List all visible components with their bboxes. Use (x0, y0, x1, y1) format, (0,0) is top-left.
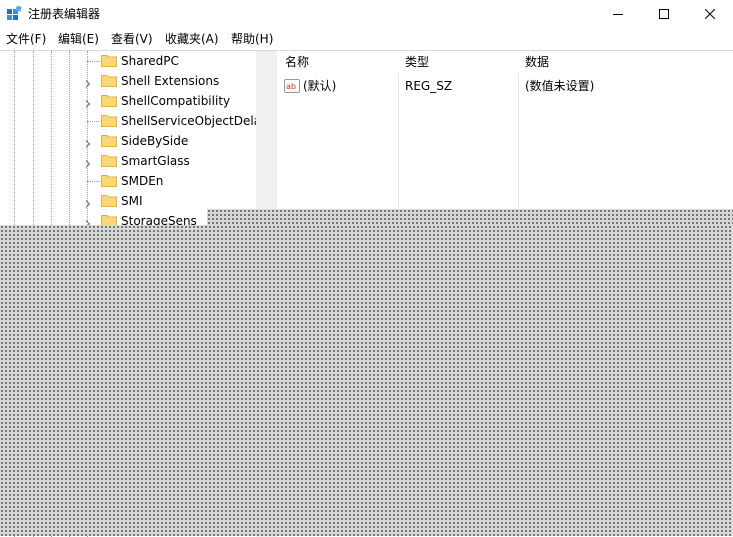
tree-item-shellcompatibility[interactable]: ShellCompatibility (84, 91, 256, 111)
tree-connector (87, 181, 99, 182)
menu-view[interactable]: 查看(V) (109, 30, 155, 48)
folder-icon (101, 193, 117, 207)
folder-icon (101, 173, 117, 187)
menu-bar: 文件(F) 编辑(E) 查看(V) 收藏夹(A) 帮助(H) (0, 28, 733, 48)
column-header-data[interactable]: 数据 (517, 51, 725, 73)
chevron-right-icon[interactable] (84, 77, 92, 88)
folder-icon (101, 53, 117, 67)
close-button[interactable] (687, 0, 733, 28)
tree-item-label: ShellCompatibility (121, 94, 231, 108)
maximize-button[interactable] (641, 0, 687, 28)
value-type: REG_SZ (405, 79, 453, 93)
value-name: (默认) (303, 79, 337, 93)
chevron-right-icon[interactable] (84, 137, 92, 148)
menu-edit[interactable]: 编辑(E) (56, 30, 101, 48)
dithered-overlay (207, 209, 733, 225)
value-data: (数值未设置) (525, 79, 595, 93)
registry-editor-icon[interactable] (6, 5, 22, 22)
close-icon (705, 9, 715, 19)
string-value-icon: ab (284, 79, 300, 93)
svg-text:ab: ab (286, 82, 296, 91)
folder-icon (101, 73, 117, 87)
folder-icon (101, 113, 117, 127)
menu-help[interactable]: 帮助(H) (229, 30, 275, 48)
tree-item-label: Shell Extensions (121, 74, 220, 88)
tree-item-label: SmartGlass (121, 154, 190, 168)
tree-item-label: SMI (121, 194, 143, 208)
title-bar: 注册表编辑器 (0, 0, 733, 28)
tree-connector (87, 121, 99, 122)
maximize-icon (659, 9, 669, 19)
minimize-button[interactable] (595, 0, 641, 28)
menu-favorites[interactable]: 收藏夹(A) (163, 30, 221, 48)
tree-item-sharedpc[interactable]: SharedPC (84, 51, 256, 71)
tree-item-shell-extensions[interactable]: Shell Extensions (84, 71, 256, 91)
folder-icon (101, 133, 117, 147)
tree-item-smden[interactable]: SMDEn (84, 171, 256, 191)
column-header-name[interactable]: 名称 (277, 51, 397, 73)
tree-connector (87, 61, 99, 62)
chevron-right-icon[interactable] (84, 97, 92, 108)
tree-item-label: ShellServiceObjectDela (121, 114, 256, 128)
folder-icon (101, 93, 117, 107)
tree-item-label: SharedPC (121, 54, 179, 68)
chevron-right-icon[interactable] (84, 197, 92, 208)
tree-item-sidebyside[interactable]: SideBySide (84, 131, 256, 151)
column-header-type[interactable]: 类型 (397, 51, 517, 73)
menu-file[interactable]: 文件(F) (4, 30, 48, 48)
minimize-icon (613, 9, 623, 19)
tree-item-smi[interactable]: SMI (84, 191, 256, 211)
folder-icon (101, 153, 117, 167)
chevron-right-icon[interactable] (84, 217, 92, 228)
tree-item-label: SMDEn (121, 174, 164, 188)
dithered-overlay (0, 225, 733, 536)
tree-item-smartglass[interactable]: SmartGlass (84, 151, 256, 171)
window-title: 注册表编辑器 (28, 7, 101, 21)
tree-item-label: SideBySide (121, 134, 189, 148)
tree-item-shellserviceobjectdelay[interactable]: ShellServiceObjectDela (84, 111, 256, 131)
chevron-right-icon[interactable] (84, 157, 92, 168)
